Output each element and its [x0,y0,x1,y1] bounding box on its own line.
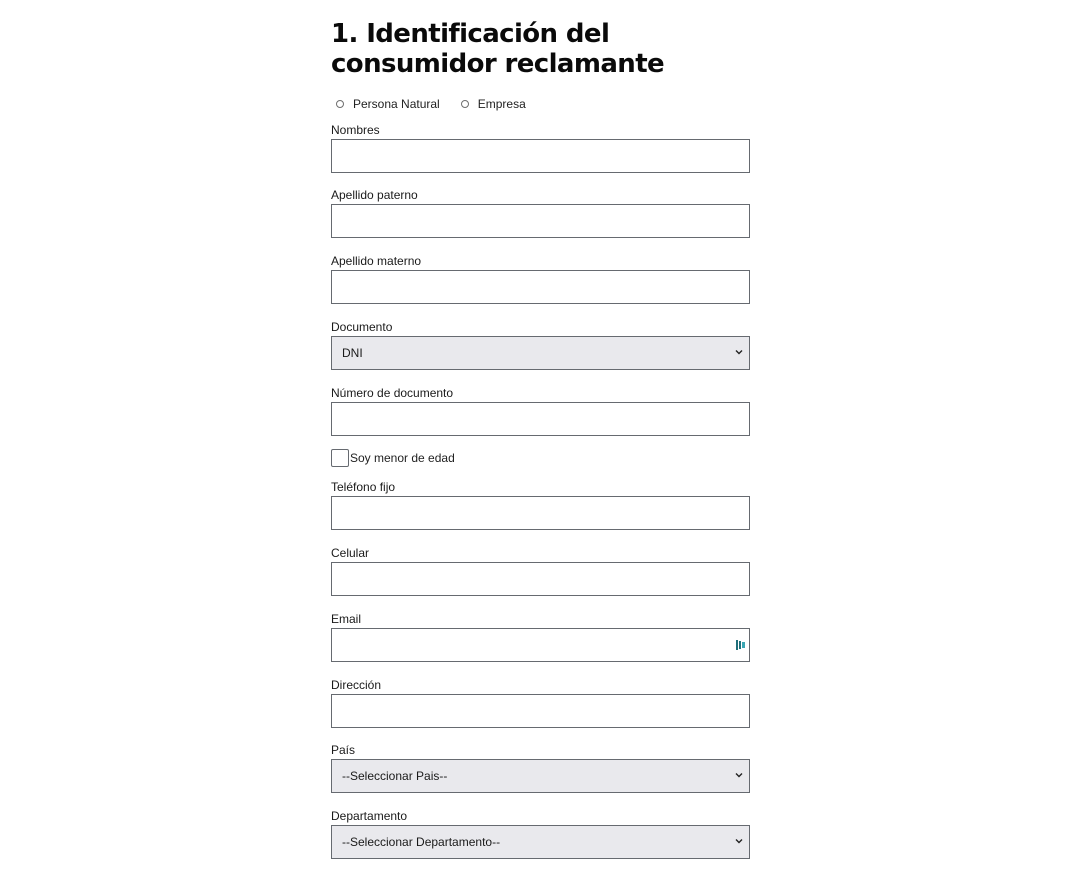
field-documento: Documento DNI [331,320,750,370]
field-email: Email [331,612,750,662]
menor-edad-label: Soy menor de edad [350,451,455,465]
field-nombres: Nombres [331,123,750,173]
label-nombres: Nombres [331,123,380,137]
field-telefono-fijo: Teléfono fijo [331,480,750,530]
telefono-fijo-input[interactable] [331,496,750,530]
radio-label-persona-natural: Persona Natural [353,97,440,111]
radio-label-empresa: Empresa [477,97,526,111]
nombres-input[interactable] [331,139,750,173]
menor-edad-checkbox-row[interactable]: Soy menor de edad [331,449,750,467]
chevron-down-icon [735,773,743,778]
apellido-paterno-input[interactable] [331,204,750,238]
label-apellido-materno: Apellido materno [331,254,422,268]
chevron-down-icon [735,839,743,844]
label-celular: Celular [331,546,370,560]
documento-select[interactable]: DNI [331,336,750,370]
field-direccion: Dirección [331,678,750,728]
field-pais: País --Seleccionar Pais-- [331,743,750,793]
radio-empresa[interactable]: Empresa [460,97,526,111]
field-numero-documento: Número de documento [331,386,750,436]
label-numero-documento: Número de documento [331,386,454,400]
departamento-select[interactable]: --Seleccionar Departamento-- [331,825,750,859]
section-title: 1. Identificación del consumidor reclama… [331,19,665,79]
radio-button-icon[interactable] [336,100,344,108]
celular-input[interactable] [331,562,750,596]
field-departamento: Departamento --Seleccionar Departamento-… [331,809,750,859]
direccion-input[interactable] [331,694,750,728]
pais-selected-value: --Seleccionar Pais-- [342,769,448,783]
field-apellido-paterno: Apellido paterno [331,188,750,238]
field-apellido-materno: Apellido materno [331,254,750,304]
label-direccion: Dirección [331,678,382,692]
label-apellido-paterno: Apellido paterno [331,188,418,202]
numero-documento-input[interactable] [331,402,750,436]
radio-button-icon[interactable] [460,100,469,108]
radio-persona-natural[interactable]: Persona Natural [336,97,440,111]
label-telefono-fijo: Teléfono fijo [331,480,396,494]
apellido-materno-input[interactable] [331,270,750,304]
field-celular: Celular [331,546,750,596]
label-email: Email [331,612,362,626]
label-departamento: Departamento [331,809,408,823]
label-pais: País [331,743,356,757]
label-documento: Documento [331,320,393,334]
documento-selected-value: DNI [342,346,363,360]
email-input[interactable] [331,628,750,662]
chevron-down-icon [735,350,743,355]
departamento-selected-value: --Seleccionar Departamento-- [342,835,501,849]
pais-select[interactable]: --Seleccionar Pais-- [331,759,750,793]
consumer-identification-form: 1. Identificación del consumidor reclama… [331,18,750,859]
password-manager-icon[interactable] [735,638,747,652]
menor-edad-checkbox[interactable] [331,449,349,467]
person-type-radio-group: Persona Natural Empresa [336,95,750,113]
